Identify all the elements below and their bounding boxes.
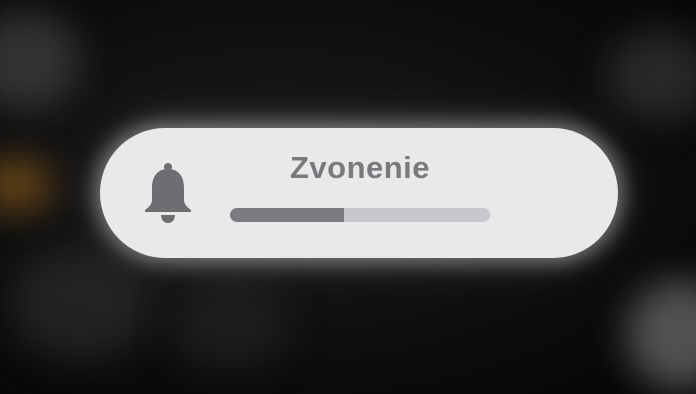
blurred-background-shape <box>0 10 80 110</box>
screen: Zvonenie <box>0 0 696 394</box>
blurred-background-shape <box>10 250 150 360</box>
blurred-background-shape <box>626 280 696 390</box>
volume-level-fill <box>230 208 345 222</box>
bell-icon <box>145 163 191 223</box>
blurred-background-shape <box>0 160 50 210</box>
volume-slider[interactable] <box>230 208 490 222</box>
blurred-background-shape <box>606 30 696 120</box>
blurred-background-shape <box>170 280 290 370</box>
ringer-volume-hud: Zvonenie <box>100 128 618 258</box>
volume-hud-title: Zvonenie <box>289 150 431 185</box>
